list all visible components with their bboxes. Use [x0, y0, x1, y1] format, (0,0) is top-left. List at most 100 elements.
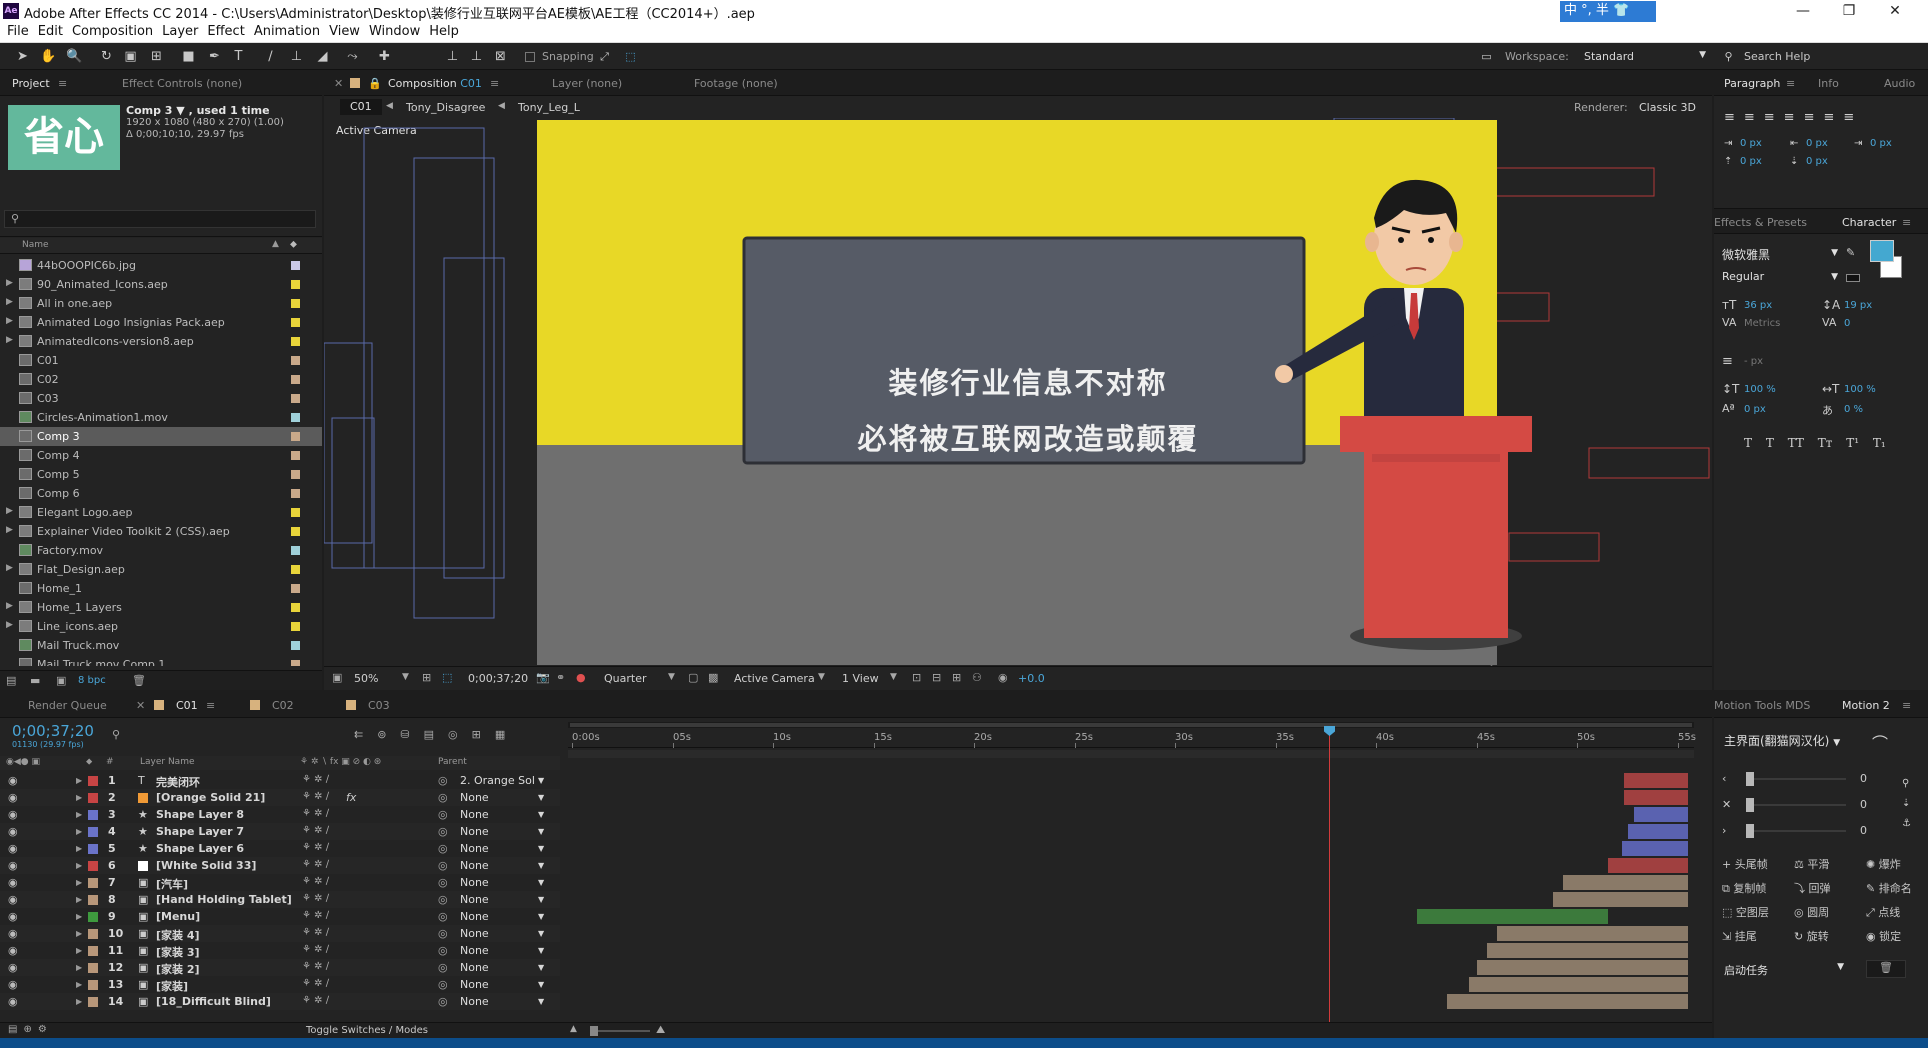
resolution-dropdown[interactable]: Quarter [604, 672, 647, 685]
expand-triangle-icon[interactable]: ▶ [76, 827, 82, 836]
paragraph-align-icons[interactable]: ≡≡≡≡≡≡≡ [1724, 110, 1863, 125]
pick-whip-icon[interactable]: ◎ [438, 774, 448, 787]
motion-action-button[interactable]: ⬚ 空图层 [1722, 904, 1769, 920]
indent-left-value[interactable]: 0 px [1740, 138, 1762, 149]
timeline-switch-icons[interactable]: ⇇⊚⛁▤◎⊞▦ [354, 728, 519, 741]
breadcrumb-c01[interactable]: C01 [340, 99, 382, 115]
ease-out-value[interactable]: 0 [1860, 824, 1867, 837]
layer-name[interactable]: Shape Layer 6 [156, 842, 244, 855]
eyedropper-icon[interactable]: ✎ [1846, 246, 1855, 259]
layer-row[interactable]: ◉ ▶ 13 ▣ [家装] ⚘ ✲ ∕ ◎ None ▼ [0, 976, 560, 993]
pick-whip-icon[interactable]: ◎ [438, 791, 448, 804]
search-help-field[interactable]: Search Help [1744, 50, 1810, 63]
camera-tool-icon[interactable]: ▣ [122, 48, 139, 65]
search-icon[interactable]: ⚲ [1720, 48, 1737, 65]
switch-icons[interactable]: ⚘ ✲ ∕ [302, 774, 329, 785]
small-caps-button[interactable]: Tт [1818, 436, 1833, 450]
pick-whip-icon[interactable]: ◎ [438, 995, 448, 1008]
layer-duration-bar[interactable] [1417, 909, 1608, 924]
superscript-button[interactable]: T¹ [1846, 436, 1859, 450]
switch-icons[interactable]: ⚘ ✲ ∕ [302, 927, 329, 938]
layer-row[interactable]: ◉ ▶ 7 ▣ [汽车] ⚘ ✲ ∕ ◎ None ▼ [0, 874, 560, 891]
type-tool-icon[interactable]: T [230, 48, 247, 65]
panel-menu-icon[interactable]: ≡ [1902, 216, 1911, 229]
parent-dropdown[interactable]: None [460, 876, 489, 889]
project-item[interactable]: C01 [0, 351, 322, 370]
expand-triangle-icon[interactable]: ▶ [76, 912, 82, 921]
local-axis-icon[interactable]: ⊥ [444, 48, 461, 65]
tracking-value[interactable]: 0 [1844, 318, 1850, 329]
parent-dropdown[interactable]: None [460, 825, 489, 838]
project-item[interactable]: ▶ Elegant Logo.aep [0, 503, 322, 522]
label-color-swatch[interactable] [291, 318, 300, 327]
snapping-checkbox[interactable] [525, 52, 535, 62]
label-color-swatch[interactable] [88, 844, 98, 854]
trash-icon[interactable]: 🗑 [1866, 960, 1906, 978]
pick-whip-icon[interactable]: ◎ [438, 910, 448, 923]
ease-out-slider[interactable] [1746, 824, 1846, 838]
expand-triangle-icon[interactable]: ▶ [76, 810, 82, 819]
panel-menu-icon[interactable]: ≡ [58, 77, 67, 90]
panel-menu-icon[interactable]: ≡ [1786, 77, 1795, 90]
layer-name[interactable]: [Menu] [156, 910, 200, 923]
eye-icon[interactable]: ◉ [8, 961, 18, 974]
switch-icons[interactable]: ⚘ ✲ ∕ [302, 859, 329, 870]
fx-switch-icon[interactable]: fx [346, 791, 356, 804]
interpret-footage-icon[interactable]: ▤ [6, 674, 16, 687]
vertical-scale-value[interactable]: 100 % [1744, 384, 1776, 395]
label-color-swatch[interactable] [88, 946, 98, 956]
parent-dropdown[interactable]: 2. Orange Sol [460, 774, 535, 787]
motion-action-button[interactable]: ⚖ 平滑 [1794, 856, 1829, 872]
layer-duration-bar[interactable] [1608, 858, 1688, 873]
eraser-tool-icon[interactable]: ◢ [314, 48, 331, 65]
layer-name[interactable]: [Hand Holding Tablet] [156, 893, 292, 906]
label-color-swatch[interactable] [88, 912, 98, 922]
layer-name[interactable]: [家装 2] [156, 961, 200, 977]
project-item[interactable]: Comp 3 [0, 427, 322, 446]
parent-dropdown[interactable]: None [460, 791, 489, 804]
renderer-value[interactable]: Classic 3D [1639, 101, 1696, 114]
menu-effect[interactable]: Effect [200, 23, 244, 39]
snap-target-icon[interactable]: ⬚ [622, 48, 639, 65]
layer-name[interactable]: [White Solid 33] [156, 859, 256, 872]
label-color-swatch[interactable] [88, 929, 98, 939]
project-item[interactable]: Factory.mov [0, 541, 322, 560]
ease-both-value[interactable]: 0 [1860, 798, 1867, 811]
tab-composition[interactable]: Composition C01 [388, 77, 482, 90]
selection-tool-icon[interactable]: ➤ [14, 48, 31, 65]
current-timecode[interactable]: 0;00;37;20 [12, 722, 94, 740]
layer-duration-bar[interactable] [1622, 841, 1688, 856]
switch-icons[interactable]: ⚘ ✲ ∕ [302, 808, 329, 819]
layer-name[interactable]: [18_Difficult Blind] [156, 995, 271, 1008]
workspace-dropdown[interactable]: Standard ▼ [1584, 50, 1712, 63]
ease-in-value[interactable]: 0 [1860, 772, 1867, 785]
label-color-swatch[interactable] [291, 508, 300, 517]
expand-triangle-icon[interactable]: ▶ [6, 601, 13, 611]
tab-c03[interactable]: C03 [368, 699, 390, 712]
space-after-value[interactable]: 0 px [1806, 156, 1828, 167]
menu-help[interactable]: Help [422, 23, 459, 39]
tab-paragraph[interactable]: Paragraph [1724, 77, 1780, 90]
zoom-out-icon[interactable]: ▲ [570, 1024, 577, 1034]
expand-triangle-icon[interactable]: ▶ [6, 297, 13, 307]
layer-name[interactable]: [家装] [156, 978, 188, 994]
motion-action-button[interactable]: ⤵ 回弹 [1794, 880, 1831, 896]
font-size-value[interactable]: 36 px [1744, 300, 1772, 311]
expand-triangle-icon[interactable]: ▶ [6, 563, 13, 573]
layer-row[interactable]: ◉ ▶ 12 ▣ [家装 2] ⚘ ✲ ∕ ◎ None ▼ [0, 959, 560, 976]
eye-icon[interactable]: ◉ [8, 774, 18, 787]
parent-dropdown[interactable]: None [460, 927, 489, 940]
close-tab-icon[interactable]: ✕ [334, 77, 343, 90]
fill-color-swatch[interactable] [1870, 240, 1894, 262]
label-color-swatch[interactable] [88, 895, 98, 905]
layer-name[interactable]: [家装 3] [156, 944, 200, 960]
tab-audio[interactable]: Audio [1884, 77, 1915, 90]
rectangle-tool-icon[interactable]: ■ [180, 48, 197, 65]
label-color-swatch[interactable] [291, 603, 300, 612]
label-color-swatch[interactable] [88, 810, 98, 820]
rotate-tool-icon[interactable]: ↻ [98, 48, 115, 65]
exposure-value[interactable]: +0.0 [1018, 672, 1045, 685]
tab-character[interactable]: Character [1842, 216, 1896, 229]
tsume-value[interactable]: 0 % [1844, 404, 1863, 415]
layer-duration-bar[interactable] [1624, 773, 1688, 788]
